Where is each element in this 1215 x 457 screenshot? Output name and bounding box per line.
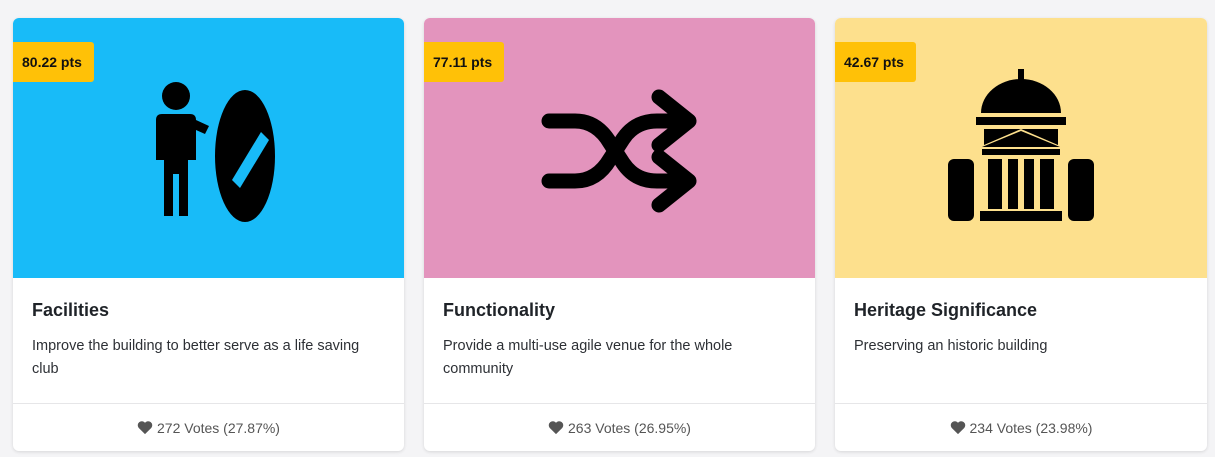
card-hero: 42.67 pts xyxy=(835,18,1207,278)
points-badge: 80.22 pts xyxy=(13,42,94,82)
vote-count: 272 Votes (27.87%) xyxy=(157,419,280,436)
vote-footer[interactable]: 263 Votes (26.95%) xyxy=(424,403,815,451)
heritage-building-icon xyxy=(948,69,1094,221)
card-facilities[interactable]: 80.22 pts Facilities Improve the buildin… xyxy=(13,18,404,451)
card-body: Heritage Significance Preserving an hist… xyxy=(835,278,1207,403)
card-description: Provide a multi-use agile venue for the … xyxy=(443,338,733,377)
card-description: Preserving an historic building xyxy=(854,338,1048,354)
vote-count: 234 Votes (23.98%) xyxy=(969,419,1093,436)
vote-count: 263 Votes (26.95%) xyxy=(568,419,691,436)
card-heritage-significance[interactable]: 42.67 pts Heritage Significance Preservi… xyxy=(835,18,1207,451)
heart-icon xyxy=(548,421,564,435)
heart-icon xyxy=(950,421,965,435)
card-body: Facilities Improve the building to bette… xyxy=(13,278,404,403)
vote-footer[interactable]: 272 Votes (27.87%) xyxy=(13,403,404,451)
card-title: Heritage Significance xyxy=(854,300,1038,320)
heart-icon xyxy=(137,421,153,435)
card-title: Facilities xyxy=(32,300,110,320)
card-hero: 80.22 pts xyxy=(13,18,404,278)
shuffle-icon xyxy=(541,89,696,213)
card-description: Improve the building to better serve as … xyxy=(32,338,360,377)
vote-footer[interactable]: 234 Votes (23.98%) xyxy=(835,403,1207,451)
surfer-icon xyxy=(155,82,275,222)
points-badge: 42.67 pts xyxy=(835,42,916,82)
card-body: Functionality Provide a multi-use agile … xyxy=(424,278,815,403)
points-badge: 77.11 pts xyxy=(424,42,505,82)
card-hero: 77.11 pts xyxy=(424,18,815,278)
cards-list: 80.22 pts Facilities Improve the buildin… xyxy=(13,18,1207,451)
card-title: Functionality xyxy=(443,300,555,320)
card-functionality[interactable]: 77.11 pts Functionality Provide a multi-… xyxy=(424,18,815,451)
